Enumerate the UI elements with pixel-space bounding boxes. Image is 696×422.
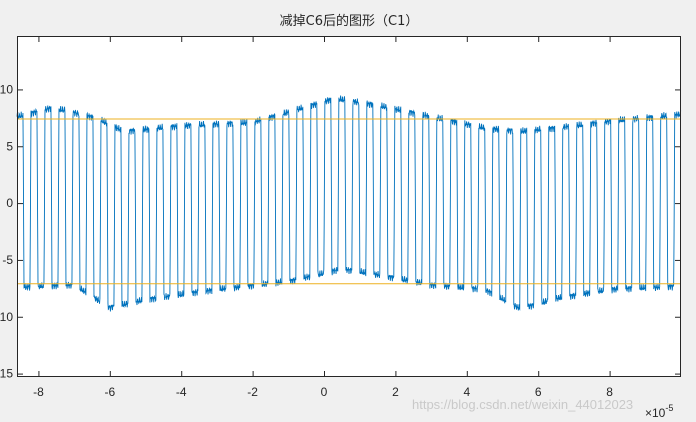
x-tick-label: -4 xyxy=(176,385,187,399)
y-tick-label: 5 xyxy=(6,139,13,153)
y-tick-label: 15 xyxy=(0,367,13,381)
plot-area xyxy=(17,36,681,377)
x-tick-label: 0 xyxy=(321,385,328,399)
x-exponent-label: ×10-5 xyxy=(645,403,673,420)
line-chart: 减掉C6后的图形（C1） -8 -6 -4 -2 0 2 4 6 81510-50510 ×10… xyxy=(0,13,682,420)
chart-title: 减掉C6后的图形（C1） xyxy=(280,13,419,29)
x-tick-label: -2 xyxy=(247,385,258,399)
x-tick-label: -6 xyxy=(104,385,115,399)
x-tick-label: -8 xyxy=(33,385,44,399)
x-exponent-power: -5 xyxy=(665,403,673,413)
watermark: https://blog.csdn.net/weixin_44012023 xyxy=(412,397,633,412)
y-tick-label: 0 xyxy=(6,196,13,210)
x-exponent-base: ×10 xyxy=(645,406,666,420)
y-tick-label: -5 xyxy=(2,253,13,267)
x-tick-label: 2 xyxy=(392,385,399,399)
y-tick-label: 10 xyxy=(0,82,13,96)
y-tick-label: 10 xyxy=(0,310,13,324)
figure: 减掉C6后的图形（C1） -8 -6 -4 -2 0 2 4 6 8 15 10 -5 0 5 10 ×10… xyxy=(0,0,696,422)
